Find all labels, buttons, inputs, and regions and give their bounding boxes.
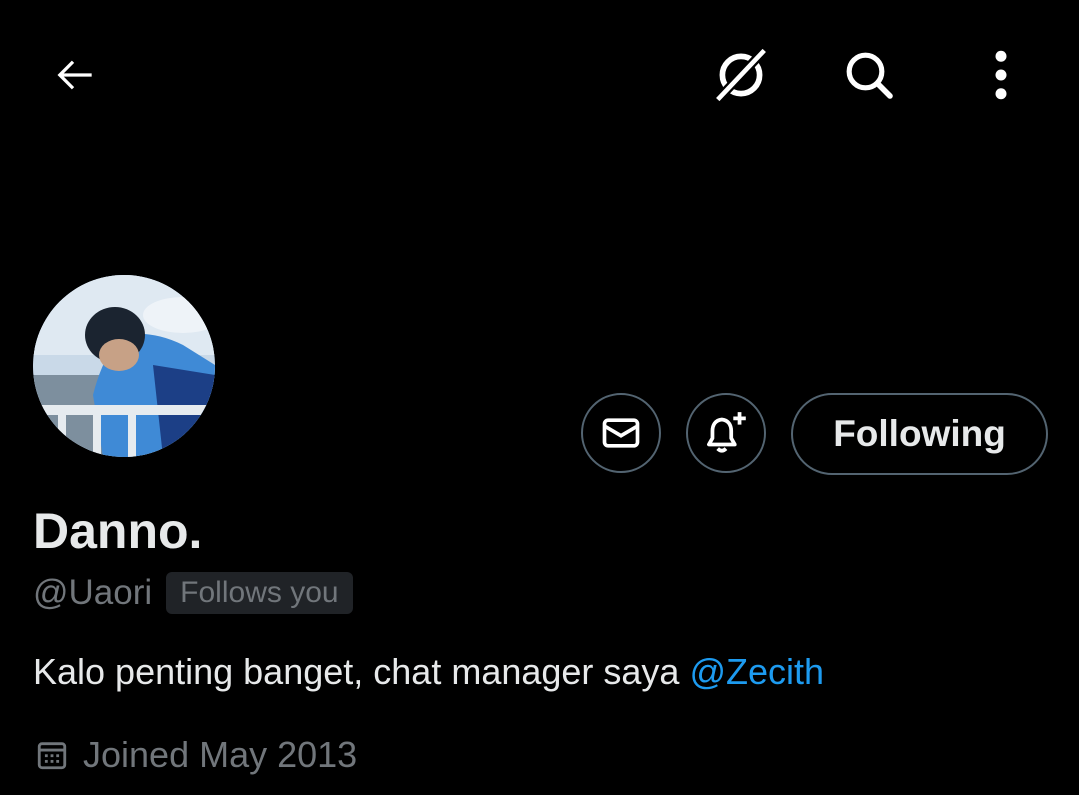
calendar-icon — [37, 742, 67, 770]
search-icon — [846, 52, 893, 99]
following-button[interactable]: Following — [791, 393, 1048, 475]
envelope-icon — [602, 418, 640, 448]
top-app-bar — [0, 0, 1079, 150]
avatar-image — [33, 275, 215, 457]
bio: Kalo penting banget, chat manager saya @… — [33, 650, 824, 694]
more-vertical-icon — [995, 50, 1007, 100]
display-name: Danno. — [33, 503, 203, 559]
bell-plus-icon — [707, 412, 746, 453]
back-button[interactable] — [40, 40, 110, 110]
bio-mention-link[interactable]: @Zecith — [689, 651, 824, 692]
arrow-left-icon — [57, 60, 92, 90]
handle-row: @Uaori Follows you — [33, 570, 353, 616]
more-options-button[interactable] — [966, 40, 1036, 110]
notifications-button[interactable] — [686, 393, 766, 473]
avatar[interactable] — [33, 275, 215, 457]
user-handle: @Uaori — [33, 573, 153, 612]
bio-text: Kalo penting banget, chat manager saya — [33, 651, 690, 692]
following-button-label: Following — [833, 413, 1006, 454]
grok-icon — [714, 47, 768, 103]
search-button[interactable] — [834, 40, 904, 110]
grok-button[interactable] — [706, 40, 776, 110]
message-button[interactable] — [581, 393, 661, 473]
follows-you-badge: Follows you — [166, 572, 353, 614]
joined-date-row: Joined May 2013 — [33, 732, 357, 778]
joined-date: Joined May 2013 — [83, 734, 358, 775]
